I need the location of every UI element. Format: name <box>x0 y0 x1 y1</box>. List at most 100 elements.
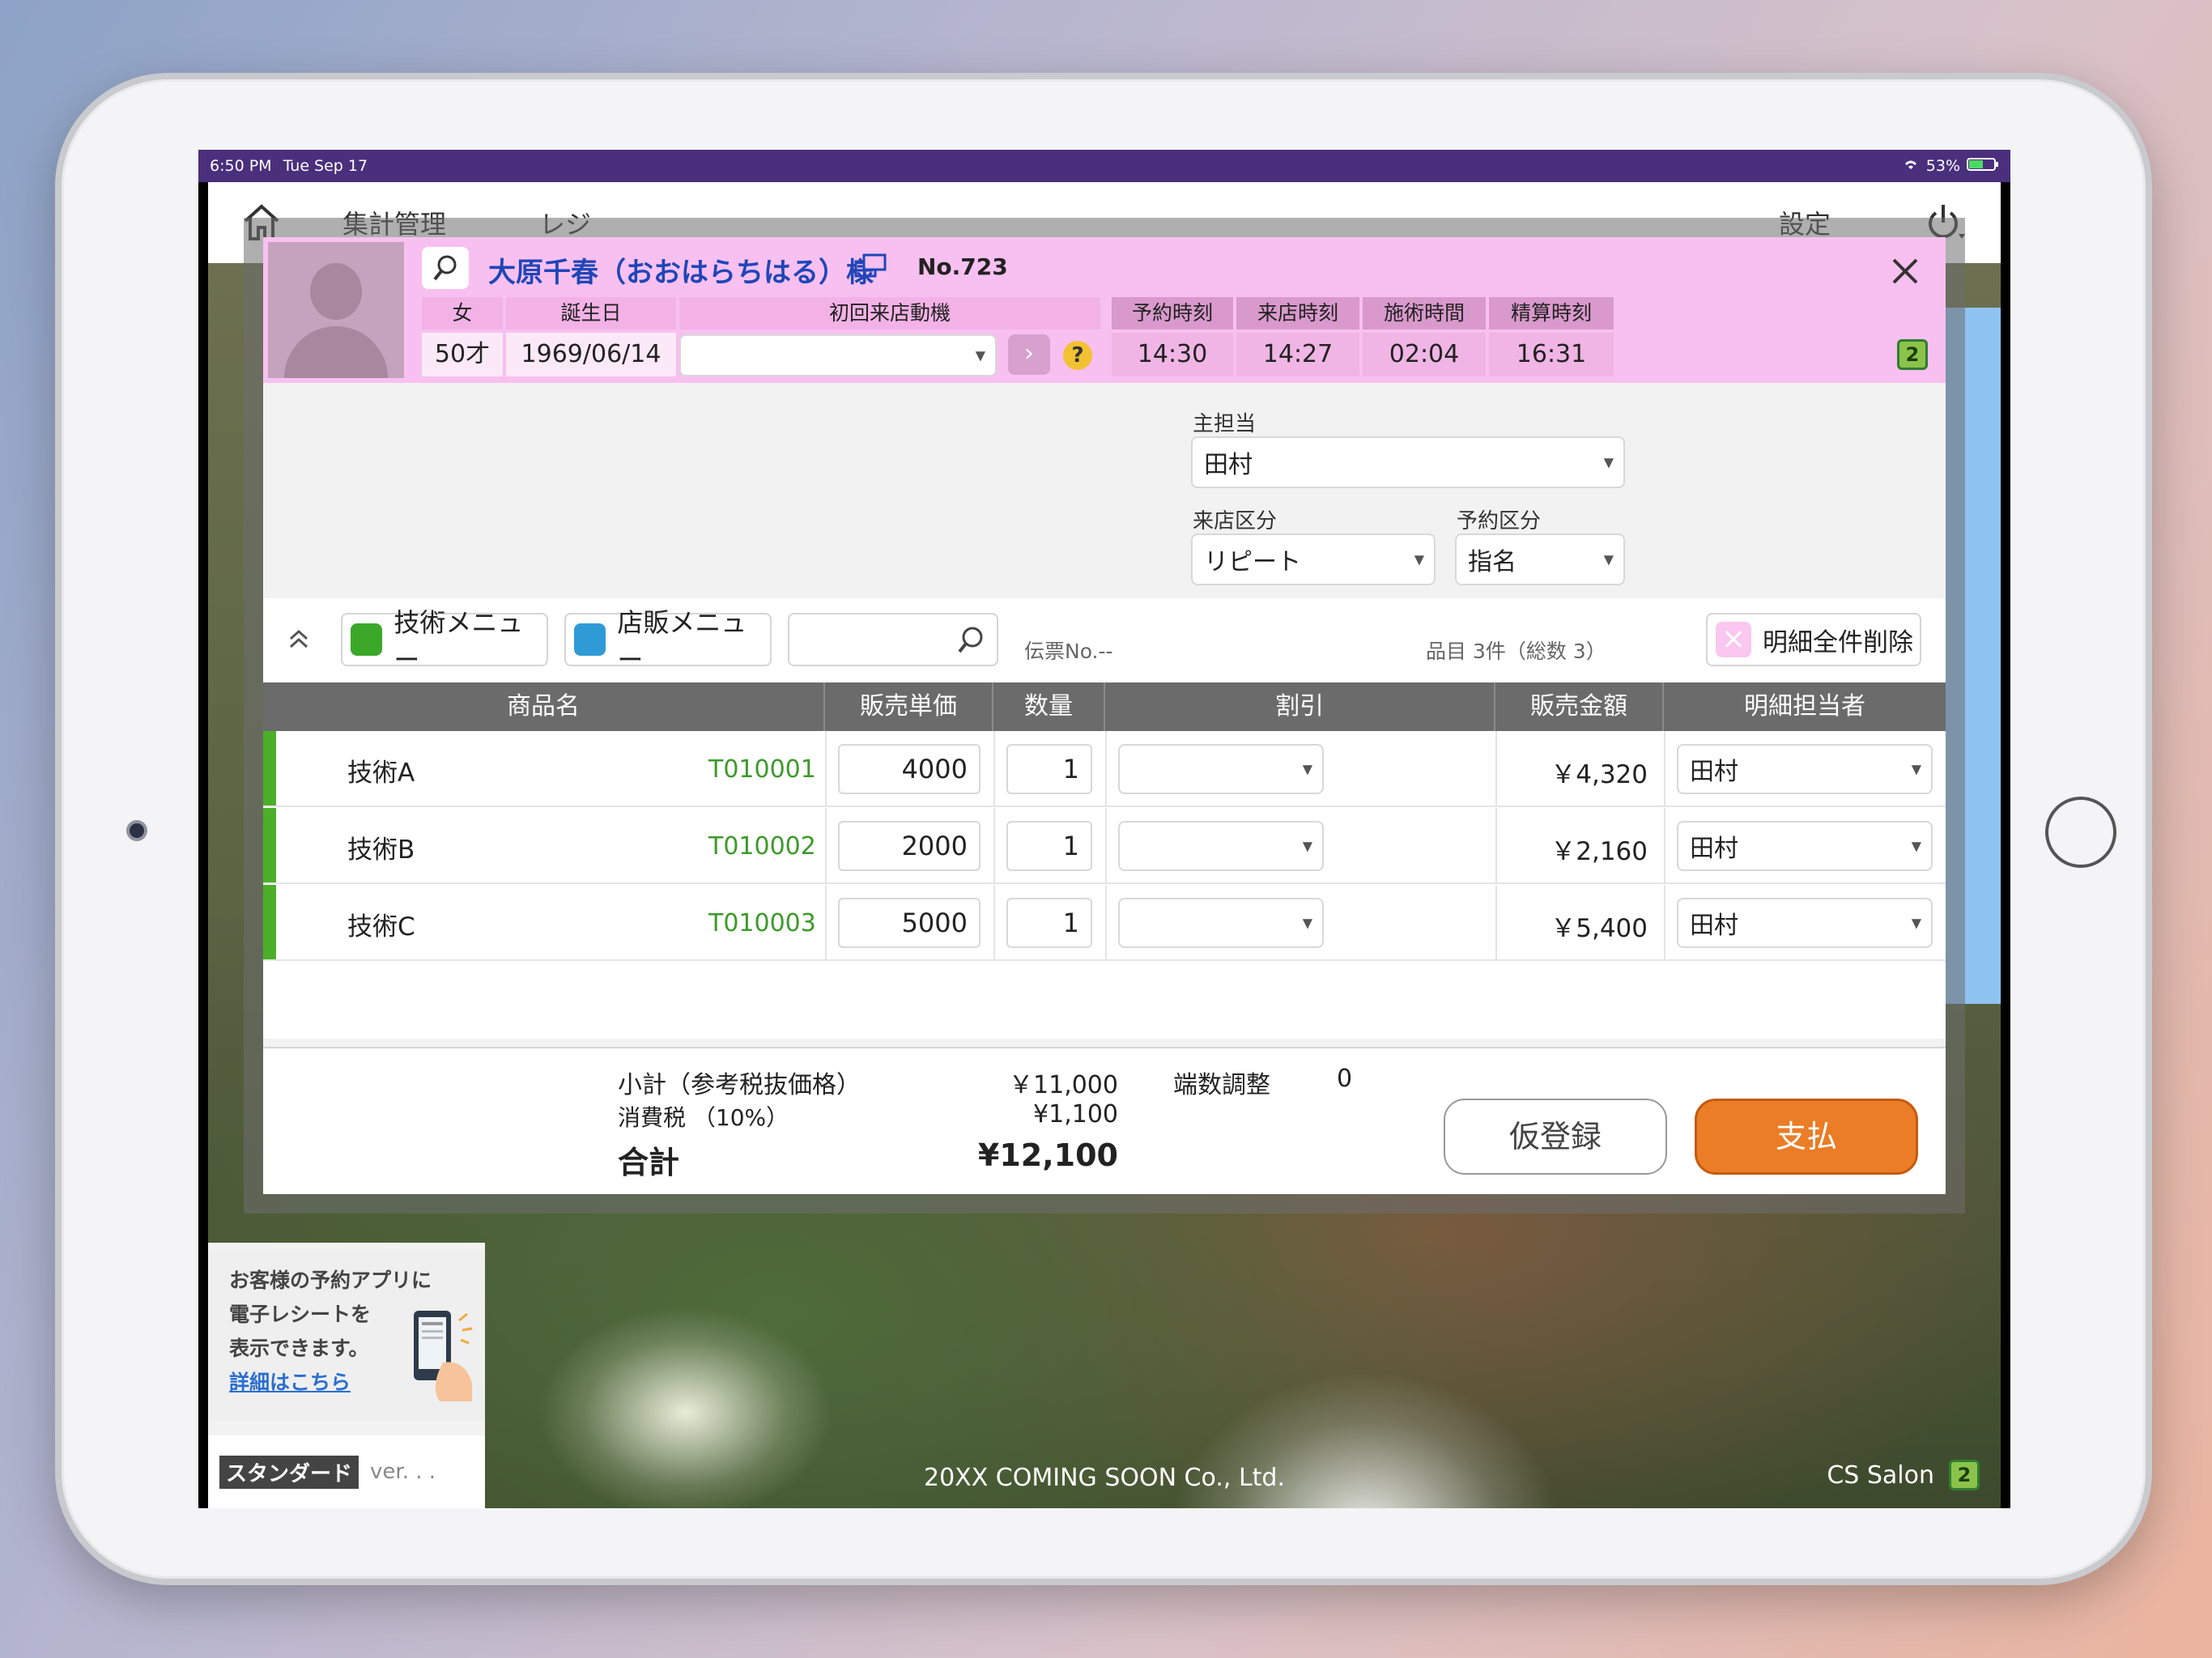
promo-line1: お客様の予約アプリに <box>229 1269 432 1292</box>
side-reservation-cards <box>1946 308 2001 1004</box>
pay-button[interactable]: 支払 <box>1695 1099 1918 1175</box>
row-price-input[interactable]: 5000 <box>838 898 981 948</box>
table-row: 技術C T010003 5000 1 ▼ ￥5,400 田村 ▼ <box>263 885 1946 961</box>
delete-row-button[interactable] <box>292 829 304 844</box>
reserve-type-select[interactable]: 指名 ▼ <box>1455 534 1625 585</box>
item-search-input[interactable] <box>788 613 998 666</box>
chevron-down-icon: ▼ <box>1302 838 1312 854</box>
chevron-right-icon[interactable]: › <box>1008 334 1050 375</box>
subtotal-value: ￥11,000 <box>1009 1071 1118 1099</box>
motive-select[interactable]: ▼ <box>679 334 997 376</box>
search-icon <box>953 623 989 661</box>
tax-value: ¥1,100 <box>1033 1100 1118 1129</box>
salon-footer[interactable]: CS Salon 2 <box>1827 1460 1980 1490</box>
visit-type-value: リピート <box>1204 548 1301 576</box>
table-row: 技術B T010002 2000 1 ▼ ￥2,160 田村 ▼ <box>263 808 1946 884</box>
totals-panel: 小計（参考税抜価格） ￥11,000 消費税 （10%） ¥1,100 合計 ¥… <box>263 1047 1946 1194</box>
retail-menu-label: 店販メニュー <box>617 607 747 675</box>
temp-save-button[interactable]: 仮登録 <box>1444 1099 1667 1175</box>
birthday-value: 1969/06/14 <box>506 333 676 376</box>
row-qty-input[interactable]: 1 <box>1006 744 1092 794</box>
items-table-header: 商品名 販売単価 数量 割引 販売金額 明細担当者 <box>263 682 1946 731</box>
row-qty-input[interactable]: 1 <box>1006 898 1092 948</box>
nav-summary[interactable]: 集計管理 <box>342 204 446 241</box>
row-status-bar <box>263 885 276 959</box>
reserve-type-label: 予約区分 <box>1457 509 1542 534</box>
age-value: 50才 <box>422 333 503 376</box>
visit-type-select[interactable]: リピート ▼ <box>1191 534 1436 585</box>
row-price-input[interactable]: 4000 <box>838 744 981 794</box>
tech-menu-label: 技術メニュー <box>393 607 524 675</box>
delete-all-label: 明細全件削除 <box>1763 627 1913 657</box>
reserve-type-value: 指名 <box>1468 548 1516 576</box>
promo-banner[interactable]: お客様の予約アプリに 電子レシートを 表示できます。 詳細はこちら <box>208 1251 485 1421</box>
nav-settings[interactable]: 設定 <box>1779 204 1831 241</box>
row-status-bar <box>263 731 276 806</box>
home-hardware-button[interactable] <box>2045 797 2116 868</box>
chevron-down-icon: ▼ <box>1911 915 1921 931</box>
close-icon[interactable] <box>1887 253 1923 289</box>
checkout-modal: 大原千春（おおはらちはる）様 No.723 女 50才 誕生日 1969/06/… <box>263 237 1946 1194</box>
motive-label: 初回来店動機 <box>679 297 1100 329</box>
birthday-label: 誕生日 <box>506 297 676 329</box>
row-staff-select[interactable]: 田村 ▼ <box>1677 898 1933 948</box>
row-discount-select[interactable]: ▼ <box>1118 898 1324 948</box>
collapse-icon[interactable] <box>284 624 313 657</box>
row-staff-value: 田村 <box>1690 912 1738 940</box>
row-price-input[interactable]: 2000 <box>838 821 981 871</box>
chevron-down-icon: ▼ <box>1911 761 1921 777</box>
retail-menu-icon <box>574 623 606 656</box>
row-amount: ￥4,320 <box>1551 760 1648 789</box>
row-code: T010002 <box>708 832 816 861</box>
row-staff-select[interactable]: 田村 ▼ <box>1677 744 1933 794</box>
chevron-down-icon: ▼ <box>1603 454 1614 470</box>
header-badge: 2 <box>1897 339 1928 370</box>
tech-menu-icon <box>351 623 383 656</box>
help-icon[interactable]: ? <box>1063 341 1092 370</box>
nav-register[interactable]: レジ <box>539 204 591 241</box>
delete-row-button[interactable] <box>292 752 304 767</box>
delete-all-button[interactable]: 明細全件削除 <box>1706 613 1921 666</box>
main-staff-value: 田村 <box>1204 451 1253 479</box>
row-discount-select[interactable]: ▼ <box>1118 821 1324 871</box>
time-label-checkout: 精算時刻 <box>1489 297 1614 329</box>
time-label-visit: 来店時刻 <box>1236 297 1359 329</box>
col-amount: 販売金額 <box>1495 682 1664 731</box>
time-value-treatment: 02:04 <box>1363 333 1486 376</box>
tech-menu-button[interactable]: 技術メニュー <box>341 607 548 675</box>
battery-icon <box>1967 157 1999 176</box>
col-staff: 明細担当者 <box>1744 692 1865 721</box>
search-icon[interactable] <box>422 247 469 289</box>
phone-hand-icon <box>402 1306 475 1403</box>
delete-row-button[interactable] <box>292 906 304 921</box>
salon-name: CS Salon <box>1827 1460 1934 1490</box>
row-code: T010003 <box>708 909 816 937</box>
row-name: 技術A <box>347 759 415 788</box>
time-label-treatment: 施術時間 <box>1363 297 1486 329</box>
chevron-down-icon: ▼ <box>1414 551 1424 568</box>
chevron-down-icon: ▼ <box>1603 551 1614 568</box>
row-qty-input[interactable]: 1 <box>1006 821 1092 871</box>
camera <box>126 820 147 841</box>
time-value-visit: 14:27 <box>1236 333 1359 376</box>
screen: 6:50 PM Tue Sep 17 53% 集計管理 レジ 設定 お客様の予約… <box>198 150 2010 1508</box>
item-count: 品目 3件（総数 3） <box>1426 640 1606 663</box>
main-staff-select[interactable]: 田村 ▼ <box>1191 436 1625 488</box>
time-label-reserve: 予約時刻 <box>1112 297 1233 329</box>
rounding-label: 端数調整 <box>1173 1071 1270 1099</box>
row-staff-select[interactable]: 田村 ▼ <box>1677 821 1933 871</box>
company-footer: 20XX COMING SOON Co., Ltd. <box>923 1464 1285 1492</box>
customer-name[interactable]: 大原千春（おおはらちはる）様 <box>488 250 874 290</box>
status-date: Tue Sep 17 <box>283 157 368 175</box>
window-switch-icon[interactable] <box>854 253 887 281</box>
battery-percent: 53% <box>1925 157 1960 175</box>
chevron-down-icon: ▼ <box>975 347 985 363</box>
col-unit-price: 販売単価 <box>825 682 993 731</box>
row-name: 技術B <box>347 835 415 865</box>
chevron-down-icon: ▼ <box>1911 838 1921 854</box>
row-staff-value: 田村 <box>1690 835 1738 863</box>
row-amount: ￥5,400 <box>1551 914 1648 943</box>
row-discount-select[interactable]: ▼ <box>1118 744 1324 794</box>
table-row: 技術A T010001 4000 1 ▼ ￥4,320 田村 ▼ <box>263 731 1946 807</box>
retail-menu-button[interactable]: 店販メニュー <box>564 607 772 675</box>
